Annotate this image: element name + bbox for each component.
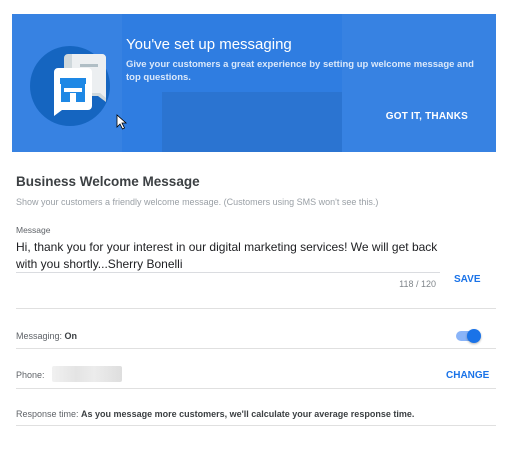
response-time-row: Response time: As you message more custo… bbox=[16, 409, 414, 419]
setup-banner: You've set up messaging Give your custom… bbox=[12, 14, 496, 152]
message-field-label: Message bbox=[16, 225, 51, 235]
message-underline bbox=[16, 272, 440, 273]
storefront-chat-icon bbox=[30, 46, 110, 126]
got-it-button[interactable]: GOT IT, THANKS bbox=[386, 111, 468, 122]
save-button[interactable]: SAVE bbox=[454, 274, 481, 285]
banner-title: You've set up messaging bbox=[126, 36, 292, 53]
phone-label: Phone: bbox=[16, 370, 45, 380]
divider bbox=[16, 308, 496, 309]
response-time-label: Response time: bbox=[16, 409, 79, 419]
character-counter: 118 / 120 bbox=[399, 279, 436, 289]
messaging-toggle[interactable] bbox=[455, 329, 481, 343]
response-time-value: As you message more customers, we'll cal… bbox=[81, 409, 415, 419]
divider bbox=[16, 425, 496, 426]
banner-description: Give your customers a great experience b… bbox=[126, 59, 474, 83]
message-textarea[interactable]: Hi, thank you for your interest in our d… bbox=[16, 239, 446, 273]
messaging-status-row: Messaging: On bbox=[16, 331, 77, 341]
banner-decoration bbox=[162, 92, 342, 152]
welcome-message-hint: Show your customers a friendly welcome m… bbox=[16, 197, 379, 207]
toggle-thumb bbox=[467, 329, 481, 343]
phone-number-redacted bbox=[52, 366, 122, 382]
messaging-status-value: On bbox=[64, 331, 78, 341]
divider bbox=[16, 348, 496, 349]
messaging-label: Messaging: bbox=[16, 331, 63, 341]
welcome-message-title: Business Welcome Message bbox=[16, 174, 200, 189]
divider bbox=[16, 388, 496, 389]
mouse-cursor-icon bbox=[116, 114, 128, 130]
change-phone-button[interactable]: CHANGE bbox=[446, 370, 489, 381]
